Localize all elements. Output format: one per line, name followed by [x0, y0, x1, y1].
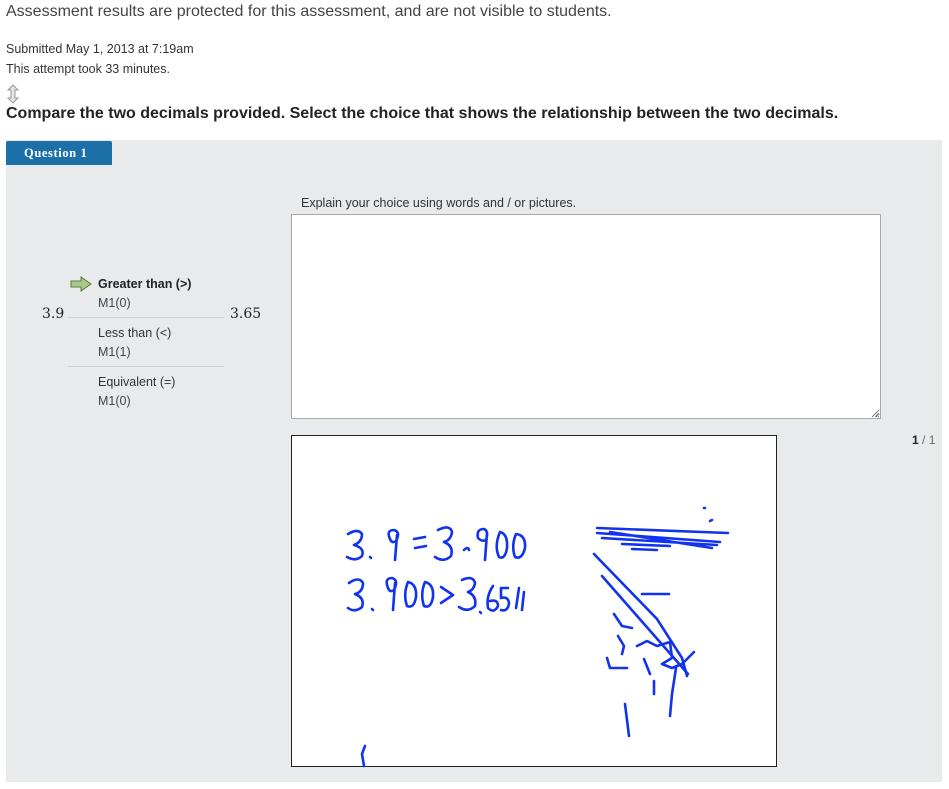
explain-textarea[interactable]	[291, 214, 881, 419]
choice-label: Equivalent (=)	[98, 375, 176, 389]
selected-arrow-icon	[70, 276, 92, 292]
tab-question-1[interactable]: Question 1	[6, 141, 112, 165]
handwritten-drawing	[345, 506, 730, 768]
choice-greater-than[interactable]: Greater than (>) M1(0)	[98, 277, 191, 310]
page-current: 1	[912, 433, 919, 447]
page-total: / 1	[922, 433, 936, 447]
resize-grip-icon[interactable]	[870, 408, 880, 418]
choice-equivalent[interactable]: Equivalent (=) M1(0)	[98, 375, 175, 408]
question-prompt: Compare the two decimals provided. Selec…	[6, 105, 839, 122]
sort-arrows-icon[interactable]	[6, 84, 20, 104]
choice-label: Greater than (>)	[98, 277, 192, 291]
protection-notice: Assessment results are protected for thi…	[6, 3, 612, 20]
choice-divider	[68, 317, 224, 318]
page-indicator: 1 / 1	[912, 433, 935, 447]
choice-score: M1(1)	[98, 345, 131, 359]
explain-label: Explain your choice using words and / or…	[301, 196, 577, 210]
drawing-canvas[interactable]	[291, 435, 777, 768]
choice-score: M1(0)	[98, 394, 131, 408]
submitted-date: Submitted May 1, 2013 at 7:19am	[6, 42, 194, 56]
right-decimal: 3.65	[230, 306, 262, 322]
left-decimal: 3.9	[42, 306, 65, 322]
attempt-duration: This attempt took 33 minutes.	[6, 62, 170, 76]
choice-divider	[68, 366, 224, 367]
choice-label: Less than (<)	[98, 326, 172, 340]
choice-less-than[interactable]: Less than (<) M1(1)	[98, 326, 171, 359]
choice-score: M1(0)	[98, 296, 131, 310]
